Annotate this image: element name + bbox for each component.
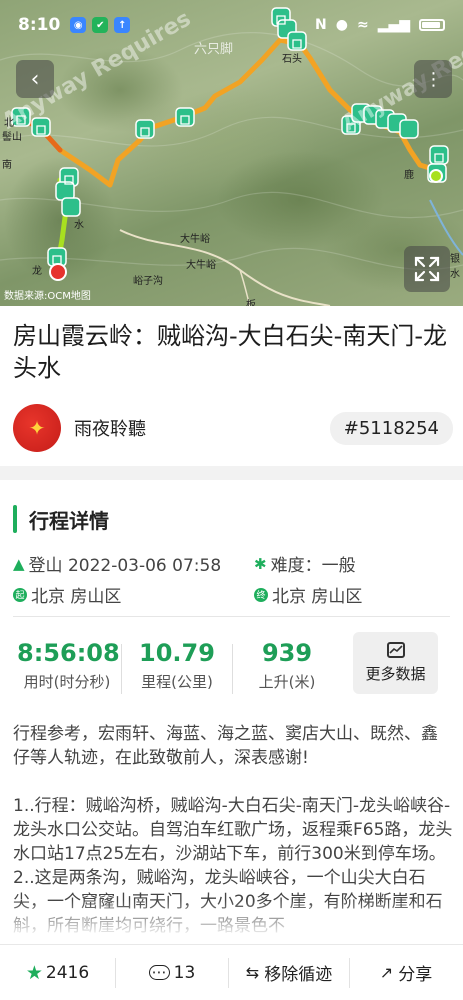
start-place-text: 北京 房山区 <box>31 587 122 607</box>
map-place-label: 大牛峪 <box>180 234 210 245</box>
more-data-button[interactable]: 更多数据 <box>353 632 438 694</box>
difficulty-text: 难度：一般 <box>270 556 356 576</box>
author-name[interactable]: 雨夜聆聽 <box>74 415 146 441</box>
stat-separator <box>232 644 233 694</box>
section-title: 行程详情 <box>29 508 109 533</box>
description-paragraph: 行程参考，宏雨轩、海蓝、海之蓝、窦店大山、既然、鑫仔等人轨迹，在此致敬前人，深表… <box>13 724 438 768</box>
start-pin-icon: 起 <box>13 587 27 602</box>
map-place-label: 水 <box>74 220 84 231</box>
activity-time: ▲ 登山 2022-03-06 07:58 <box>13 551 222 577</box>
wifi-icon: ≈ <box>356 17 369 33</box>
more-dots-icon: ⋮ <box>424 68 443 90</box>
map-place-label: 南 <box>2 160 12 171</box>
distance-stat: 10.79 里程(公里) <box>128 638 226 692</box>
comment-icon: ⋯ <box>148 965 170 980</box>
battery-icon <box>419 19 445 31</box>
mountain-icon: ▲ <box>13 554 25 573</box>
description-fade <box>0 900 463 942</box>
status-time: 8:10 <box>18 15 61 35</box>
like-count: 2416 <box>45 962 90 983</box>
more-data-label: 更多数据 <box>365 665 426 683</box>
expand-map-button[interactable] <box>404 246 450 292</box>
map-place-label: 石头 <box>282 54 302 65</box>
app-upload-icon: ↑ <box>114 17 131 33</box>
map-place-label: 板 <box>246 300 256 306</box>
duration-stat: 8:56:08 用时(时分秒) <box>17 638 120 692</box>
ascent-label: 上升(米) <box>258 673 316 691</box>
map-place-label: 大牛峪 <box>186 260 216 271</box>
section-header: 行程详情 <box>13 504 109 534</box>
like-button[interactable]: ★ 2416 <box>0 945 115 1000</box>
section-divider <box>0 466 463 480</box>
end-place: 终 北京 房山区 <box>254 582 362 607</box>
map-place-label: 龙 <box>32 266 42 277</box>
duration-label: 用时(时分秒) <box>23 673 111 691</box>
bottom-action-bar: ★ 2416 ⋯ 13 ⇆ 移除循迹 ↗ 分享 <box>0 944 463 1000</box>
app-notification-icon: ◉ <box>70 17 87 33</box>
start-place: 起 北京 房山区 <box>13 582 121 607</box>
stat-separator <box>121 644 122 694</box>
share-icon: ↗ <box>379 963 394 982</box>
chart-icon <box>386 642 405 658</box>
avatar[interactable]: ✦ <box>13 404 61 452</box>
ascent-stat: 939 上升(米) <box>238 638 336 692</box>
distance-value: 10.79 <box>139 639 215 667</box>
difficulty: ✱ 难度：一般 <box>254 551 356 577</box>
map-place-label: 银水 <box>450 254 460 280</box>
follow-track-button[interactable]: ⇆ 移除循迹 <box>229 945 349 1000</box>
section-accent-bar <box>13 505 17 533</box>
map-place-label: 峪子沟 <box>133 276 163 287</box>
trip-title: 房山霞云岭：贼峪沟-大白石尖-南天门-龙头水 <box>13 322 447 382</box>
map-place-label: 北 <box>4 118 14 129</box>
duration-value: 8:56:08 <box>17 639 120 667</box>
author-row[interactable]: ✦ 雨夜聆聽 #5118254 <box>13 403 453 453</box>
share-button[interactable]: ↗ 分享 <box>350 945 462 1000</box>
distance-label: 里程(公里) <box>141 673 213 691</box>
share-label: 分享 <box>398 965 433 985</box>
signal-icon: ▂▄▆ <box>377 17 410 33</box>
end-place-text: 北京 房山区 <box>272 587 363 607</box>
status-bar: 8:10 ◉ ✔ ↑ N ● ≈ ▂▄▆ <box>0 0 463 50</box>
expand-icon <box>414 256 440 282</box>
trip-id-badge[interactable]: #5118254 <box>329 411 453 445</box>
comment-button[interactable]: ⋯ 13 <box>116 945 228 1000</box>
description-paragraph: 1..行程：贼峪沟桥，贼峪沟-大白石尖-南天门-龙头峪峡谷-龙头水口公交站。自驾… <box>13 796 453 864</box>
back-button[interactable]: ‹ <box>16 60 54 98</box>
map-place-label: 鹿 <box>404 170 414 181</box>
puzzle-icon: ✱ <box>254 554 267 573</box>
map-place-label: 髻山 <box>2 132 22 143</box>
app-green-icon: ✔ <box>92 17 109 33</box>
back-arrow-icon: ‹ <box>30 66 40 92</box>
activity-time-text: 登山 2022-03-06 07:58 <box>28 556 222 576</box>
follow-track-label: 移除循迹 <box>264 965 333 985</box>
nfc-icon: N <box>315 17 327 33</box>
end-pin-icon: 终 <box>254 587 268 602</box>
ascent-value: 939 <box>261 639 313 667</box>
star-icon: ★ <box>25 961 43 984</box>
route-loop-icon: ⇆ <box>245 963 260 982</box>
wolf-logo-icon: ✦ <box>28 416 46 440</box>
comment-count: 13 <box>173 962 196 983</box>
location-icon: ● <box>335 17 348 33</box>
stats-divider <box>13 616 450 617</box>
map-attribution: 数据来源:OCM地图 <box>4 291 91 302</box>
more-button[interactable]: ⋮ <box>414 60 452 98</box>
